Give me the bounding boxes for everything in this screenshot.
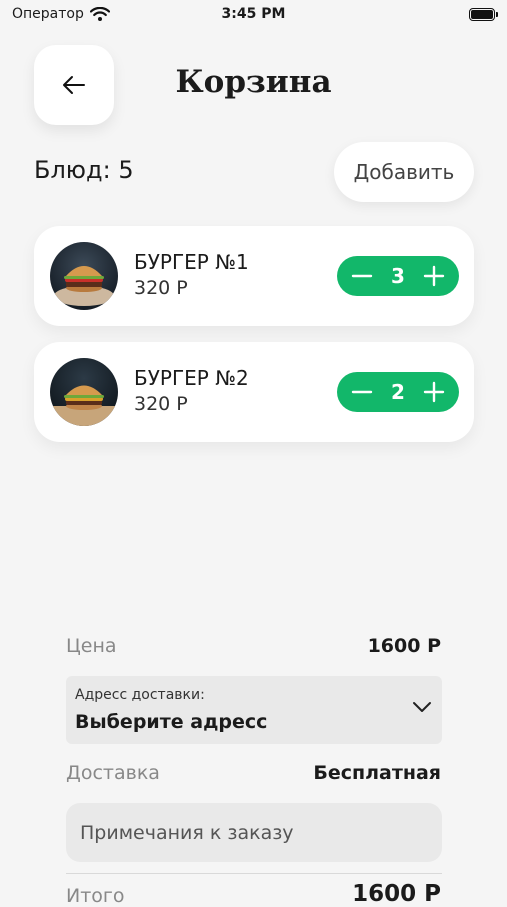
address-caption: Адресс доставки:: [75, 687, 205, 703]
total-value: 1600 Р: [352, 881, 441, 907]
item-price: 320 Р: [134, 277, 188, 299]
address-select[interactable]: Адресс доставки: Выберите адресс: [66, 676, 442, 744]
burger-image: [50, 242, 118, 310]
address-value: Выберите адресс: [75, 711, 268, 733]
plus-icon[interactable]: [423, 265, 445, 287]
total-label: Итого: [66, 885, 125, 907]
delivery-value: Бесплатная: [313, 762, 441, 784]
cart-item: БУРГЕР №2 320 Р 2: [34, 342, 474, 442]
item-name: БУРГЕР №2: [134, 366, 249, 390]
cart-item: БУРГЕР №1 320 Р 3: [34, 226, 474, 326]
status-bar: Оператор 3:45 PM: [0, 0, 507, 32]
item-price: 320 Р: [134, 393, 188, 415]
battery-icon: [469, 8, 498, 21]
item-quantity: 3: [391, 264, 405, 288]
burger-image: [50, 358, 118, 426]
chevron-down-icon: [413, 702, 431, 712]
price-label: Цена: [66, 635, 117, 657]
order-notes-input[interactable]: Примечания к заказу: [66, 803, 442, 862]
divider: [66, 873, 442, 874]
quantity-stepper: 3: [337, 256, 459, 296]
item-name: БУРГЕР №1: [134, 250, 249, 274]
status-time: 3:45 PM: [221, 6, 286, 22]
delivery-label: Доставка: [66, 762, 160, 784]
page-title: Корзина: [175, 64, 332, 100]
minus-icon[interactable]: [351, 265, 373, 287]
minus-icon[interactable]: [351, 381, 373, 403]
price-value: 1600 Р: [367, 635, 441, 657]
item-quantity: 2: [391, 380, 405, 404]
quantity-stepper: 2: [337, 372, 459, 412]
plus-icon[interactable]: [423, 381, 445, 403]
add-button[interactable]: Добавить: [334, 142, 474, 202]
dish-count: Блюд: 5: [34, 156, 134, 184]
